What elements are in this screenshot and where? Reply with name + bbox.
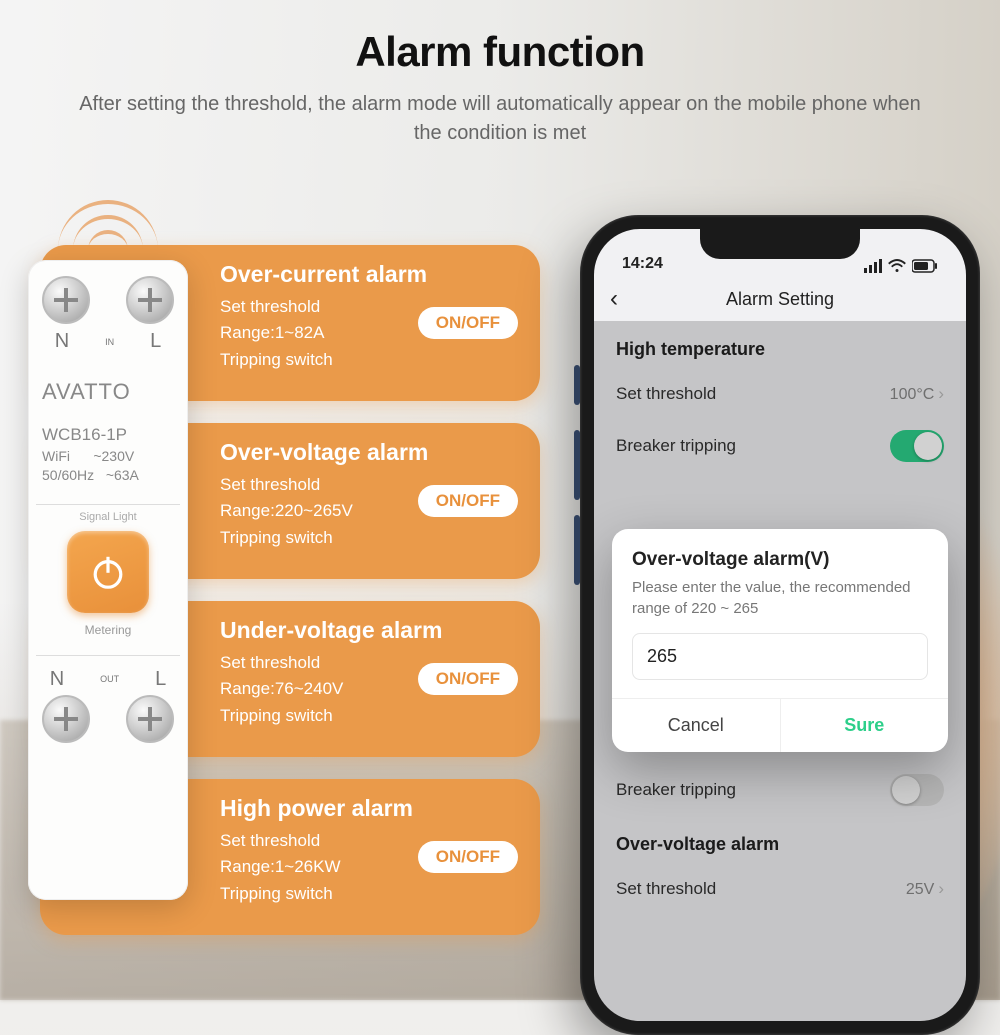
- terminal-screw: [42, 695, 90, 743]
- spec-line: WiFi ~230V: [42, 447, 139, 467]
- onoff-badge: ON/OFF: [418, 841, 518, 873]
- phone-frame: 14:24 ‹ Alarm Setting High temperature S…: [580, 215, 980, 1035]
- power-icon: [88, 552, 128, 592]
- threshold-input[interactable]: 265: [632, 633, 928, 680]
- status-time: 14:24: [622, 255, 663, 273]
- n-label: N: [50, 668, 64, 691]
- cancel-button[interactable]: Cancel: [612, 699, 780, 752]
- status-icons: [864, 259, 938, 273]
- page-title: Alarm function: [0, 28, 1000, 76]
- card-line: Tripping switch: [220, 881, 518, 907]
- out-label: OUT: [100, 674, 119, 684]
- l-label: L: [150, 330, 161, 353]
- card-title: Over-current alarm: [220, 261, 518, 288]
- card-title: High power alarm: [220, 795, 518, 822]
- terminal-screw: [126, 695, 174, 743]
- card-line: Tripping switch: [220, 347, 518, 373]
- modal-description: Please enter the value, the recommended …: [612, 577, 948, 619]
- card-line: Tripping switch: [220, 525, 518, 551]
- battery-icon: [912, 259, 938, 273]
- screen-title: Alarm Setting: [726, 289, 834, 310]
- n-label: N: [55, 330, 69, 353]
- phone-screen: 14:24 ‹ Alarm Setting High temperature S…: [594, 229, 966, 1021]
- modal-title: Over-voltage alarm(V): [612, 529, 948, 577]
- terminal-screw: [126, 276, 174, 324]
- onoff-badge: ON/OFF: [418, 663, 518, 695]
- back-button[interactable]: ‹: [610, 285, 618, 313]
- sure-button[interactable]: Sure: [781, 699, 949, 752]
- device-breaker: N IN L AVATTO WCB16-1P WiFi ~230V 50/60H…: [28, 260, 188, 900]
- signal-light-label: Signal Light: [79, 511, 137, 523]
- card-line: Tripping switch: [220, 703, 518, 729]
- wifi-status-icon: [888, 259, 906, 273]
- onoff-badge: ON/OFF: [418, 485, 518, 517]
- spec-line: 50/60Hz ~63A: [42, 466, 139, 486]
- terminal-screw: [42, 276, 90, 324]
- card-title: Over-voltage alarm: [220, 439, 518, 466]
- card-title: Under-voltage alarm: [220, 617, 518, 644]
- in-label: IN: [105, 337, 114, 347]
- onoff-badge: ON/OFF: [418, 307, 518, 339]
- l-label: L: [155, 668, 166, 691]
- power-button[interactable]: [67, 531, 149, 613]
- brand-label: AVATTO: [42, 379, 131, 405]
- page-subtitle: After setting the threshold, the alarm m…: [75, 90, 925, 148]
- signal-icon: [864, 259, 882, 273]
- model-number: WCB16-1P: [42, 423, 139, 447]
- over-voltage-modal: Over-voltage alarm(V) Please enter the v…: [612, 529, 948, 752]
- phone-notch: [700, 229, 860, 259]
- metering-label: Metering: [85, 623, 132, 637]
